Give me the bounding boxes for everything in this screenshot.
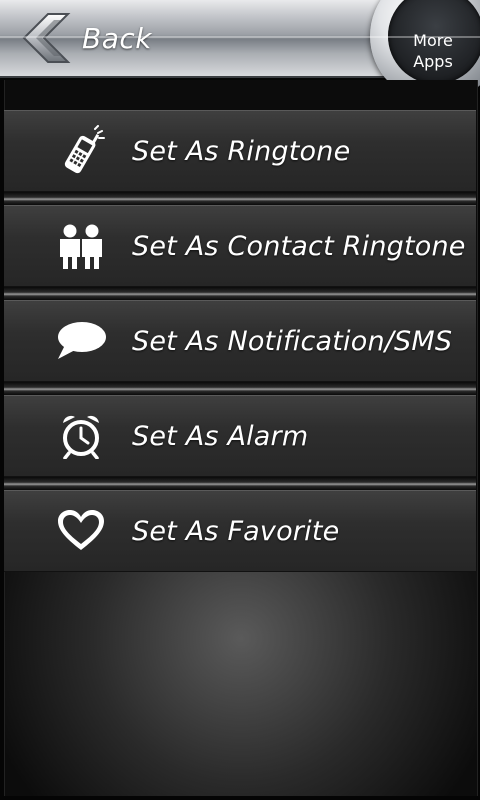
heart-icon <box>52 502 110 560</box>
menu-separator <box>4 382 476 395</box>
set-as-notification-sms-label: Set As Notification/SMS <box>132 325 453 357</box>
back-chevron-icon <box>22 13 71 63</box>
set-as-alarm-label: Set As Alarm <box>132 420 309 452</box>
set-as-notification-sms-button[interactable]: Set As Notification/SMS <box>4 300 476 382</box>
options-menu: Set As Ringtone Set As Contact Ringtone <box>4 110 476 572</box>
set-as-contact-ringtone-button[interactable]: Set As Contact Ringtone <box>4 205 476 287</box>
more-apps-label: More Apps <box>402 30 464 72</box>
screen: Back More Apps Set As Ringtone Set As Co… <box>0 0 480 800</box>
set-as-favorite-button[interactable]: Set As Favorite <box>4 490 476 572</box>
menu-separator <box>4 477 476 490</box>
set-as-favorite-label: Set As Favorite <box>132 515 340 547</box>
menu-separator <box>4 287 476 300</box>
alarm-clock-icon <box>52 407 110 465</box>
more-apps-line2: Apps <box>413 52 453 71</box>
back-label: Back <box>82 21 152 55</box>
phone-icon <box>52 122 110 180</box>
more-apps-inner: More Apps <box>388 0 480 84</box>
header-bar: Back More Apps <box>0 0 480 102</box>
set-as-contact-ringtone-label: Set As Contact Ringtone <box>132 230 466 262</box>
speech-bubble-icon <box>52 312 110 370</box>
set-as-ringtone-label: Set As Ringtone <box>132 135 351 167</box>
set-as-ringtone-button[interactable]: Set As Ringtone <box>4 110 476 192</box>
menu-separator <box>4 192 476 205</box>
contacts-icon <box>52 217 110 275</box>
more-apps-line1: More <box>413 31 453 50</box>
back-button[interactable]: Back <box>18 12 198 64</box>
set-as-alarm-button[interactable]: Set As Alarm <box>4 395 476 477</box>
